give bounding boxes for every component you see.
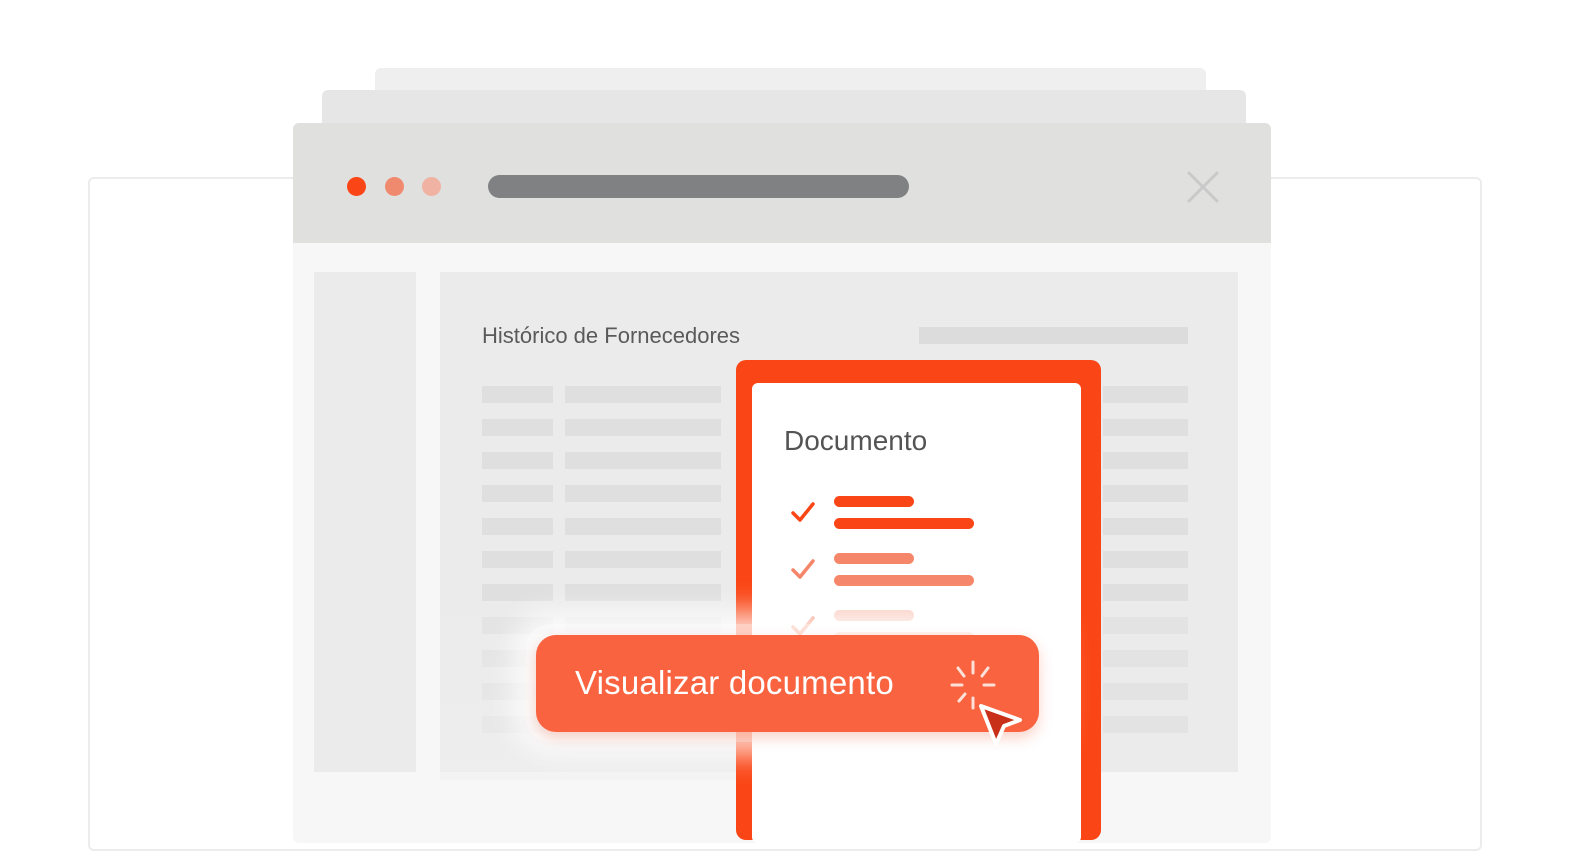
document-line-long (834, 518, 974, 529)
page-title: Histórico de Fornecedores (482, 323, 741, 348)
table-cell-placeholder (1103, 584, 1188, 601)
document-line-short (834, 553, 914, 564)
check-icon (791, 502, 815, 522)
view-document-label: Visualizar documento (575, 664, 894, 701)
table-cell-placeholder (1103, 617, 1188, 634)
check-icon (791, 559, 815, 579)
table-cell-placeholder (1103, 683, 1188, 700)
table-cell-placeholder (1103, 485, 1188, 502)
document-line-short (834, 610, 914, 621)
window-dot-minimize[interactable] (385, 177, 404, 196)
sidebar (314, 272, 416, 772)
table-cell-placeholder (1103, 386, 1188, 403)
cursor-pointer-icon (979, 704, 1022, 746)
document-title: Documento (784, 425, 928, 456)
table-cell-placeholder (1103, 452, 1188, 469)
document-line-long (834, 575, 974, 586)
window-dot-maximize[interactable] (422, 177, 441, 196)
table-cell-placeholder (1103, 650, 1188, 667)
table-cell-placeholder (1103, 518, 1188, 535)
document-line-short (834, 496, 914, 507)
address-bar[interactable] (488, 175, 909, 198)
header-placeholder-bar (919, 327, 1188, 344)
table-cell-placeholder (1103, 551, 1188, 568)
close-icon[interactable] (1186, 170, 1220, 204)
table-cell-placeholder (1103, 716, 1188, 733)
window-titlebar (293, 123, 1271, 243)
table-cell-placeholder (1103, 419, 1188, 436)
window-dot-close[interactable] (347, 177, 366, 196)
